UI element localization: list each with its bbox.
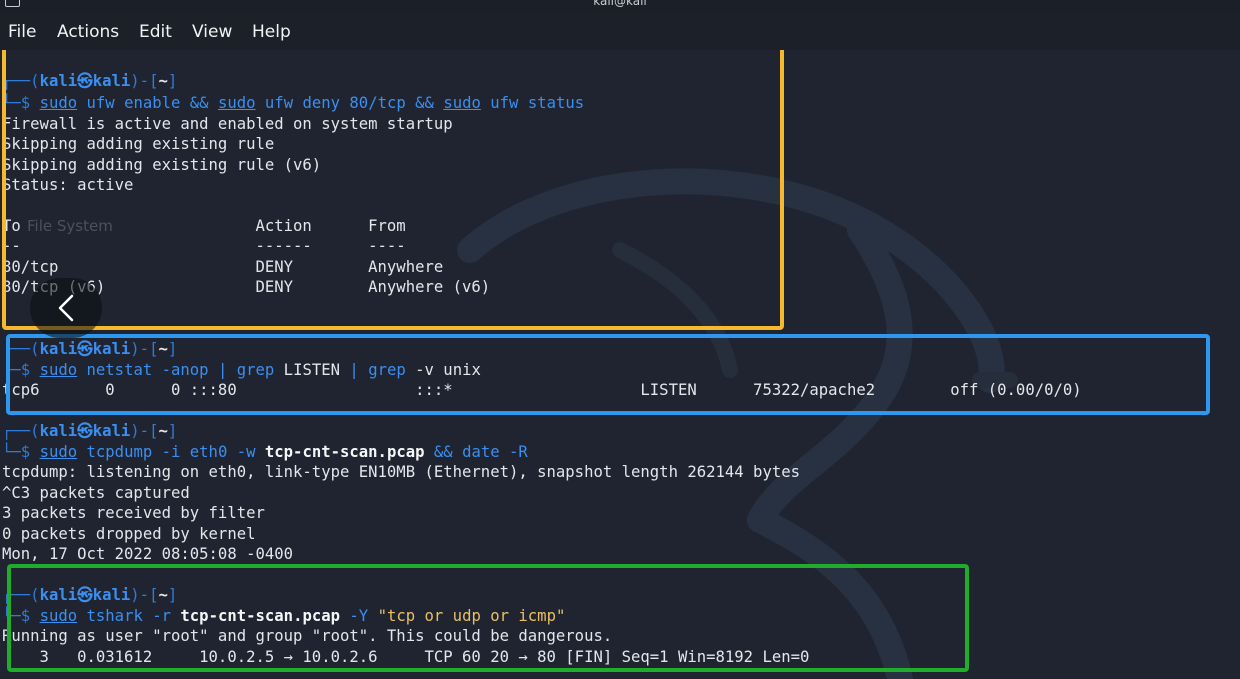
highlight-box-tshark [7,564,969,672]
highlight-box-netstat [6,334,1210,415]
menu-file[interactable]: File [8,22,36,42]
prompt-line-3: ┌──(kali㉿kali)-[~] [2,422,178,440]
output-line: tcpdump: listening on eth0, link-type EN… [2,463,800,481]
menu-actions[interactable]: Actions [57,22,119,42]
title-bar: kali@kali [0,0,1240,14]
terminal-output[interactable]: File System ┌──(kali㉿kali)-[~] └─$ sudo … [0,50,1240,679]
highlight-box-ufw [2,50,784,330]
window-title: kali@kali [593,0,647,8]
output-line: Mon, 17 Oct 2022 08:05:08 -0400 [2,545,294,563]
menu-help[interactable]: Help [252,22,291,42]
menu-view[interactable]: View [192,22,232,42]
output-line: 3 packets received by filter [2,504,265,522]
output-line: ^C3 packets captured [2,484,190,502]
menu-edit[interactable]: Edit [139,22,172,42]
menu-bar: File Actions Edit View Help [0,14,1240,50]
chevron-left-icon [58,294,74,322]
output-line: 0 packets dropped by kernel [2,525,256,543]
command-line-3: └─$ sudo tcpdump -i eth0 -w tcp-cnt-scan… [2,443,528,461]
back-button[interactable] [30,278,102,338]
